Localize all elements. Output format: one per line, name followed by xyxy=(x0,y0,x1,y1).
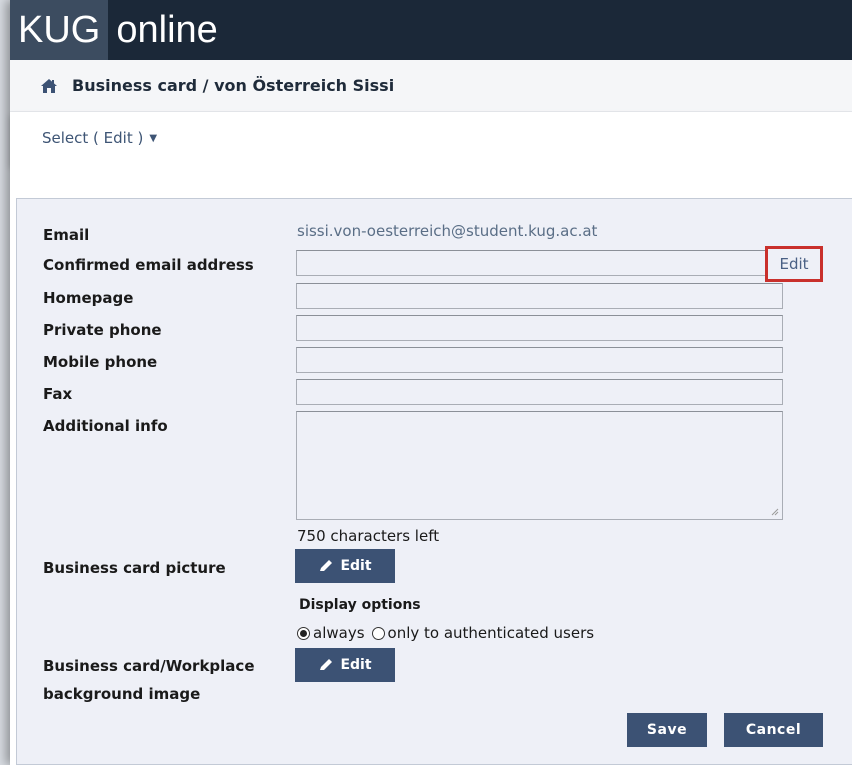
email-label: Email xyxy=(43,226,90,244)
pencil-icon xyxy=(320,659,333,670)
radio-always-label[interactable]: always xyxy=(313,624,365,642)
picture-edit-label: Edit xyxy=(340,558,372,574)
confirmed-email-label: Confirmed email address xyxy=(43,256,254,274)
fax-label: Fax xyxy=(43,385,73,403)
characters-left-counter: 750 characters left xyxy=(297,527,440,545)
top-bar: KUG online xyxy=(10,0,852,60)
fax-field[interactable] xyxy=(296,379,783,405)
radio-always[interactable] xyxy=(297,626,310,640)
additional-info-textarea[interactable] xyxy=(296,411,783,520)
homepage-label: Homepage xyxy=(43,289,134,307)
save-button[interactable]: Save xyxy=(627,713,707,747)
display-options-title: Display options xyxy=(299,597,421,613)
spacer xyxy=(10,164,852,198)
private-phone-field[interactable] xyxy=(296,315,783,341)
radio-authenticated-label[interactable]: only to authenticated users xyxy=(388,624,595,642)
cancel-button[interactable]: Cancel xyxy=(724,713,823,747)
logo-online-text: online xyxy=(108,0,228,60)
business-card-picture-label: Business card picture xyxy=(43,559,226,577)
edit-link-label: Edit xyxy=(779,255,809,273)
breadcrumb: Business card / von Österreich Sissi xyxy=(10,60,852,112)
mobile-phone-label: Mobile phone xyxy=(43,353,158,371)
picture-edit-button[interactable]: Edit xyxy=(295,549,395,583)
kug-online-logo[interactable]: KUG online xyxy=(10,0,228,60)
display-options-group: always only to authenticated users xyxy=(297,624,594,642)
resize-grip-icon[interactable] xyxy=(771,508,779,516)
pencil-icon xyxy=(320,560,333,571)
radio-authenticated-users[interactable] xyxy=(371,626,385,640)
caret-down-icon: ▼ xyxy=(149,132,158,144)
select-menu-label: Select ( Edit ) xyxy=(42,129,144,147)
private-phone-label: Private phone xyxy=(43,321,162,339)
confirmed-email-field[interactable] xyxy=(296,250,772,276)
mobile-phone-field[interactable] xyxy=(296,347,783,373)
background-image-edit-button[interactable]: Edit xyxy=(295,648,395,682)
logo-kug-text: KUG xyxy=(10,0,109,60)
action-bar: Select ( Edit ) ▼ xyxy=(10,112,852,164)
background-image-label-line2: background image xyxy=(43,685,201,703)
additional-info-label: Additional info xyxy=(43,417,168,435)
page-title: Business card / von Österreich Sissi xyxy=(72,76,395,95)
homepage-field[interactable] xyxy=(296,283,783,309)
home-icon[interactable] xyxy=(40,77,58,95)
email-value: sissi.von-oesterreich@student.kug.ac.at xyxy=(297,222,598,240)
background-image-label-line1: Business card/Workplace xyxy=(43,657,255,675)
background-edit-label: Edit xyxy=(340,657,372,673)
select-edit-menu[interactable]: Select ( Edit ) ▼ xyxy=(42,129,157,147)
confirmed-email-edit-link[interactable]: Edit xyxy=(765,246,823,282)
